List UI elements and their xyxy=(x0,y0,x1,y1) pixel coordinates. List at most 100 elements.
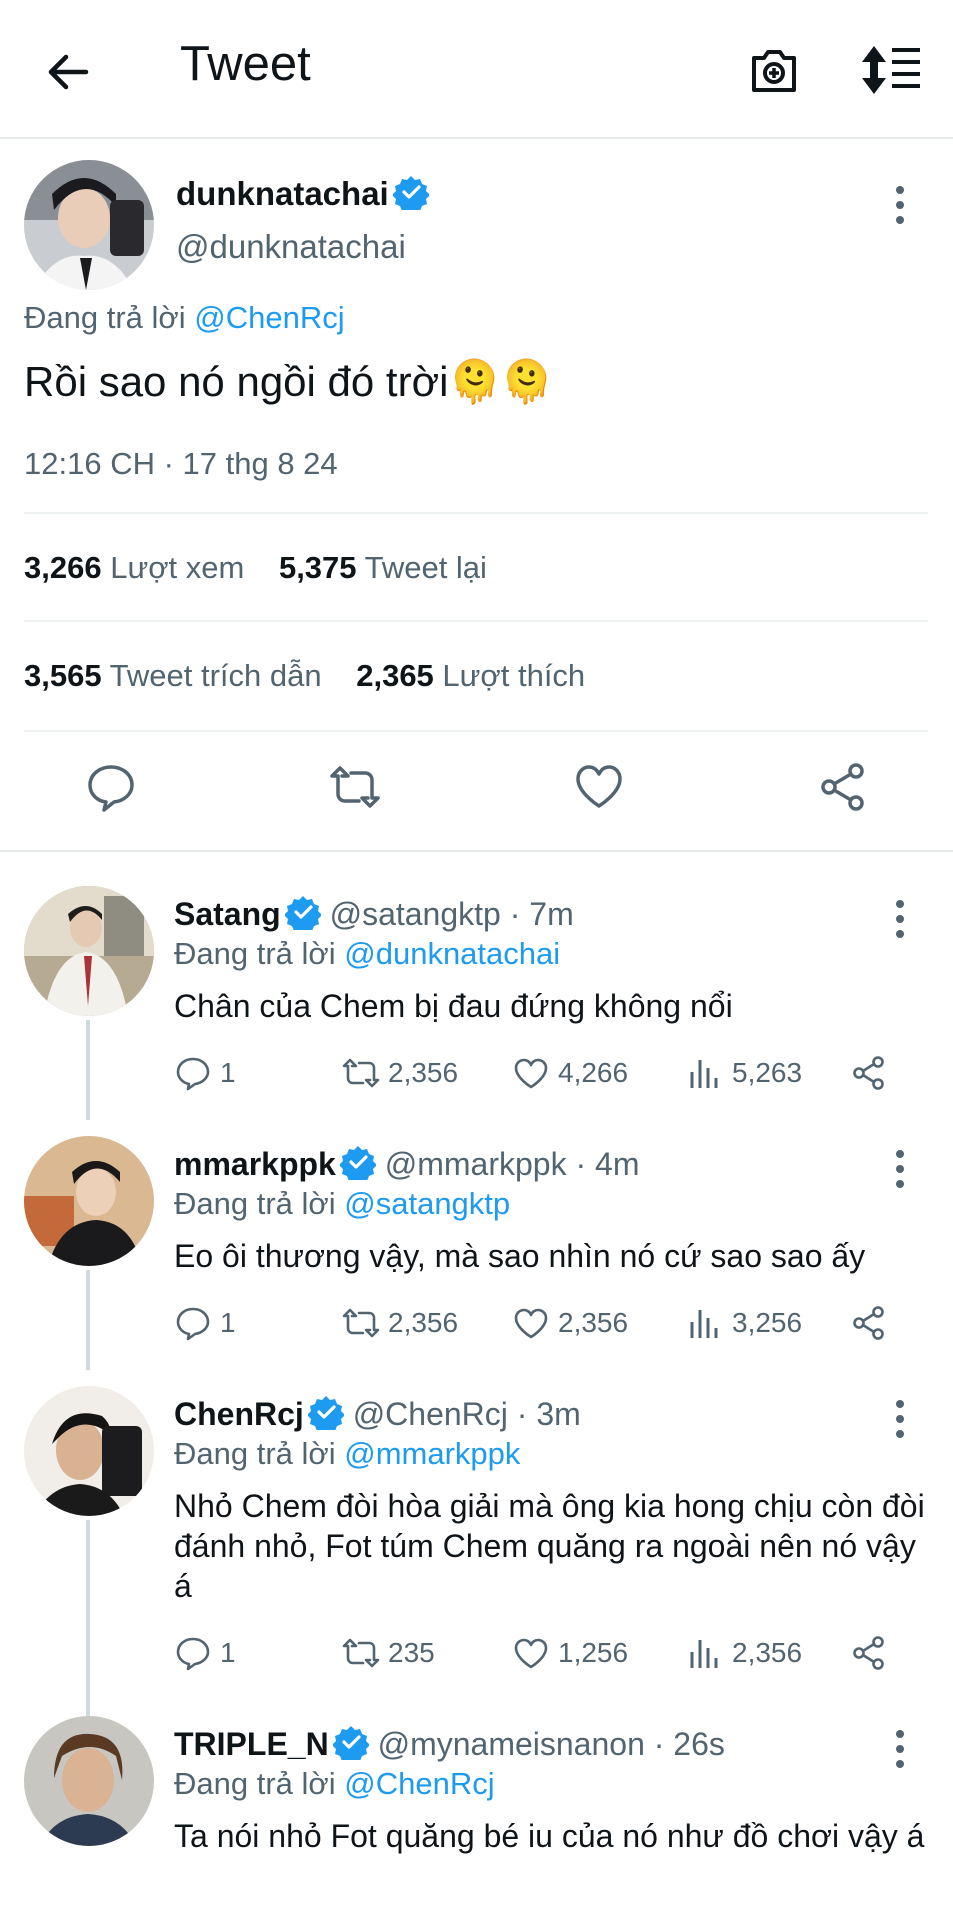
share-icon xyxy=(853,1636,884,1670)
display-name[interactable]: ChenRcj xyxy=(174,1396,304,1432)
display-name[interactable]: mmarkppk xyxy=(174,1146,336,1182)
display-name[interactable]: TRIPLE_N xyxy=(174,1726,329,1762)
share-button[interactable] xyxy=(850,1634,896,1678)
reply-actions: 1 235 1,256 2,356 xyxy=(174,1634,914,1678)
relative-time: 4m xyxy=(595,1146,640,1182)
like-button[interactable]: 4,266 xyxy=(512,1054,628,1098)
tweet-text: Rồi sao nó ngồi đó trời🫠🫠 xyxy=(24,358,554,405)
share-button[interactable] xyxy=(850,1054,896,1098)
reply-icon[interactable] xyxy=(84,760,138,814)
reply-text: Chân của Chem bị đau đứng không nổi xyxy=(174,988,733,1024)
avatar[interactable] xyxy=(24,886,154,1016)
verified-badge-icon xyxy=(391,174,430,214)
views-icon xyxy=(690,1310,718,1338)
views-button[interactable]: 3,256 xyxy=(686,1304,802,1348)
more-vertical-icon[interactable] xyxy=(880,1144,920,1194)
page-title: Tweet xyxy=(180,37,311,91)
replying-to: Đang trả lời @mmarkppk xyxy=(174,1436,521,1471)
views-icon xyxy=(690,1640,718,1668)
relative-time: 3m xyxy=(536,1396,581,1432)
reply-icon xyxy=(176,1057,210,1091)
avatar[interactable] xyxy=(24,1716,154,1846)
mention-link[interactable]: @satangktp xyxy=(344,1186,510,1221)
replying-to: Đang trả lời @satangktp xyxy=(174,1186,511,1221)
mention-link[interactable]: @ChenRcj xyxy=(194,300,344,335)
reply-actions: 1 2,356 4,266 5,263 xyxy=(174,1054,914,1098)
reply-actions: 1 2,356 2,356 3,256 xyxy=(174,1304,914,1348)
handle[interactable]: @mynameisnanon xyxy=(378,1726,645,1762)
avatar[interactable] xyxy=(24,1386,154,1516)
display-name[interactable]: Satang xyxy=(174,896,281,932)
reply-text: Eo ôi thương vậy, mà sao nhìn nó cứ sao … xyxy=(174,1238,866,1274)
section-divider xyxy=(0,850,953,852)
share-icon[interactable] xyxy=(816,760,870,814)
share-button[interactable] xyxy=(850,1304,896,1348)
avatar[interactable] xyxy=(24,160,154,290)
handle[interactable]: @ChenRcj xyxy=(353,1396,508,1432)
thread-connector xyxy=(86,1270,90,1370)
thread-connector xyxy=(86,1520,90,1720)
retweet-button[interactable]: 2,356 xyxy=(342,1054,458,1098)
camera-icon[interactable] xyxy=(746,42,802,98)
handle[interactable]: @mmarkppk xyxy=(385,1146,567,1182)
reply-button[interactable]: 1 xyxy=(174,1634,236,1678)
likes-stat[interactable]: 2,365 Lượt thích xyxy=(356,658,585,694)
reply-button[interactable]: 1 xyxy=(174,1304,236,1348)
reply-button[interactable]: 1 xyxy=(174,1054,236,1098)
timestamp[interactable]: 12:16 CH · 17 thg 8 24 xyxy=(24,446,338,482)
retweet-button[interactable]: 2,356 xyxy=(342,1304,458,1348)
verified-badge-icon xyxy=(306,1394,345,1434)
divider xyxy=(24,620,928,622)
top-bar: Tweet xyxy=(0,0,953,139)
views-icon xyxy=(690,1060,718,1088)
reply-header: Satang @satangktp · 7m xyxy=(174,894,574,934)
divider xyxy=(24,512,928,514)
relative-time: 26s xyxy=(673,1726,725,1762)
handle[interactable]: @satangktp xyxy=(330,896,501,932)
views-stat[interactable]: 3,266 Lượt xem xyxy=(24,550,244,586)
back-arrow-icon[interactable] xyxy=(40,44,96,100)
like-icon[interactable] xyxy=(572,760,626,814)
retweet-icon xyxy=(342,1308,380,1338)
views-button[interactable]: 2,356 xyxy=(686,1634,802,1678)
more-vertical-icon[interactable] xyxy=(880,1394,920,1444)
avatar[interactable] xyxy=(24,1136,154,1266)
handle[interactable]: @dunknatachai xyxy=(176,228,406,266)
mention-link[interactable]: @mmarkppk xyxy=(344,1436,520,1471)
like-icon xyxy=(514,1058,548,1089)
more-vertical-icon[interactable] xyxy=(880,894,920,944)
verified-badge-icon xyxy=(283,894,322,934)
mention-link[interactable]: @dunknatachai xyxy=(344,936,560,971)
reply-icon xyxy=(176,1637,210,1671)
retweet-button[interactable]: 235 xyxy=(342,1634,435,1678)
share-icon xyxy=(853,1056,884,1090)
stats-row-2: 3,565 Tweet trích dẫn 2,365 Lượt thích xyxy=(24,658,611,694)
reply-text: Ta nói nhỏ Fot quăng bé iu của nó như đồ… xyxy=(174,1818,925,1854)
sort-icon[interactable] xyxy=(860,42,922,98)
tweet-actions xyxy=(0,732,953,842)
quotes-stat[interactable]: 3,565 Tweet trích dẫn xyxy=(24,658,322,694)
verified-badge-icon xyxy=(338,1144,377,1184)
retweet-icon xyxy=(342,1638,380,1668)
reply-icon xyxy=(176,1307,210,1341)
like-button[interactable]: 2,356 xyxy=(512,1304,628,1348)
like-button[interactable]: 1,256 xyxy=(512,1634,628,1678)
views-button[interactable]: 5,263 xyxy=(686,1054,802,1098)
display-name[interactable]: dunknatachai xyxy=(176,174,430,214)
like-icon xyxy=(514,1638,548,1669)
stats-row-1: 3,266 Lượt xem 5,375 Tweet lại xyxy=(24,550,513,586)
thread-connector xyxy=(86,1020,90,1120)
replying-to: Đang trả lời @ChenRcj xyxy=(174,1766,495,1801)
reply-header: mmarkppk @mmarkppk · 4m xyxy=(174,1144,640,1184)
reply-text: Nhỏ Chem đòi hòa giải mà ông kia hong ch… xyxy=(174,1488,925,1604)
like-icon xyxy=(514,1308,548,1339)
reply-header: ChenRcj @ChenRcj · 3m xyxy=(174,1394,581,1434)
retweet-icon[interactable] xyxy=(328,760,382,814)
more-vertical-icon[interactable] xyxy=(880,1724,920,1774)
retweets-stat[interactable]: 5,375 Tweet lại xyxy=(279,550,487,586)
reply-header: TRIPLE_N @mynameisnanon · 26s xyxy=(174,1726,725,1764)
mention-link[interactable]: @ChenRcj xyxy=(344,1766,494,1801)
more-vertical-icon[interactable] xyxy=(880,180,920,230)
share-icon xyxy=(853,1306,884,1340)
retweet-icon xyxy=(342,1058,380,1088)
